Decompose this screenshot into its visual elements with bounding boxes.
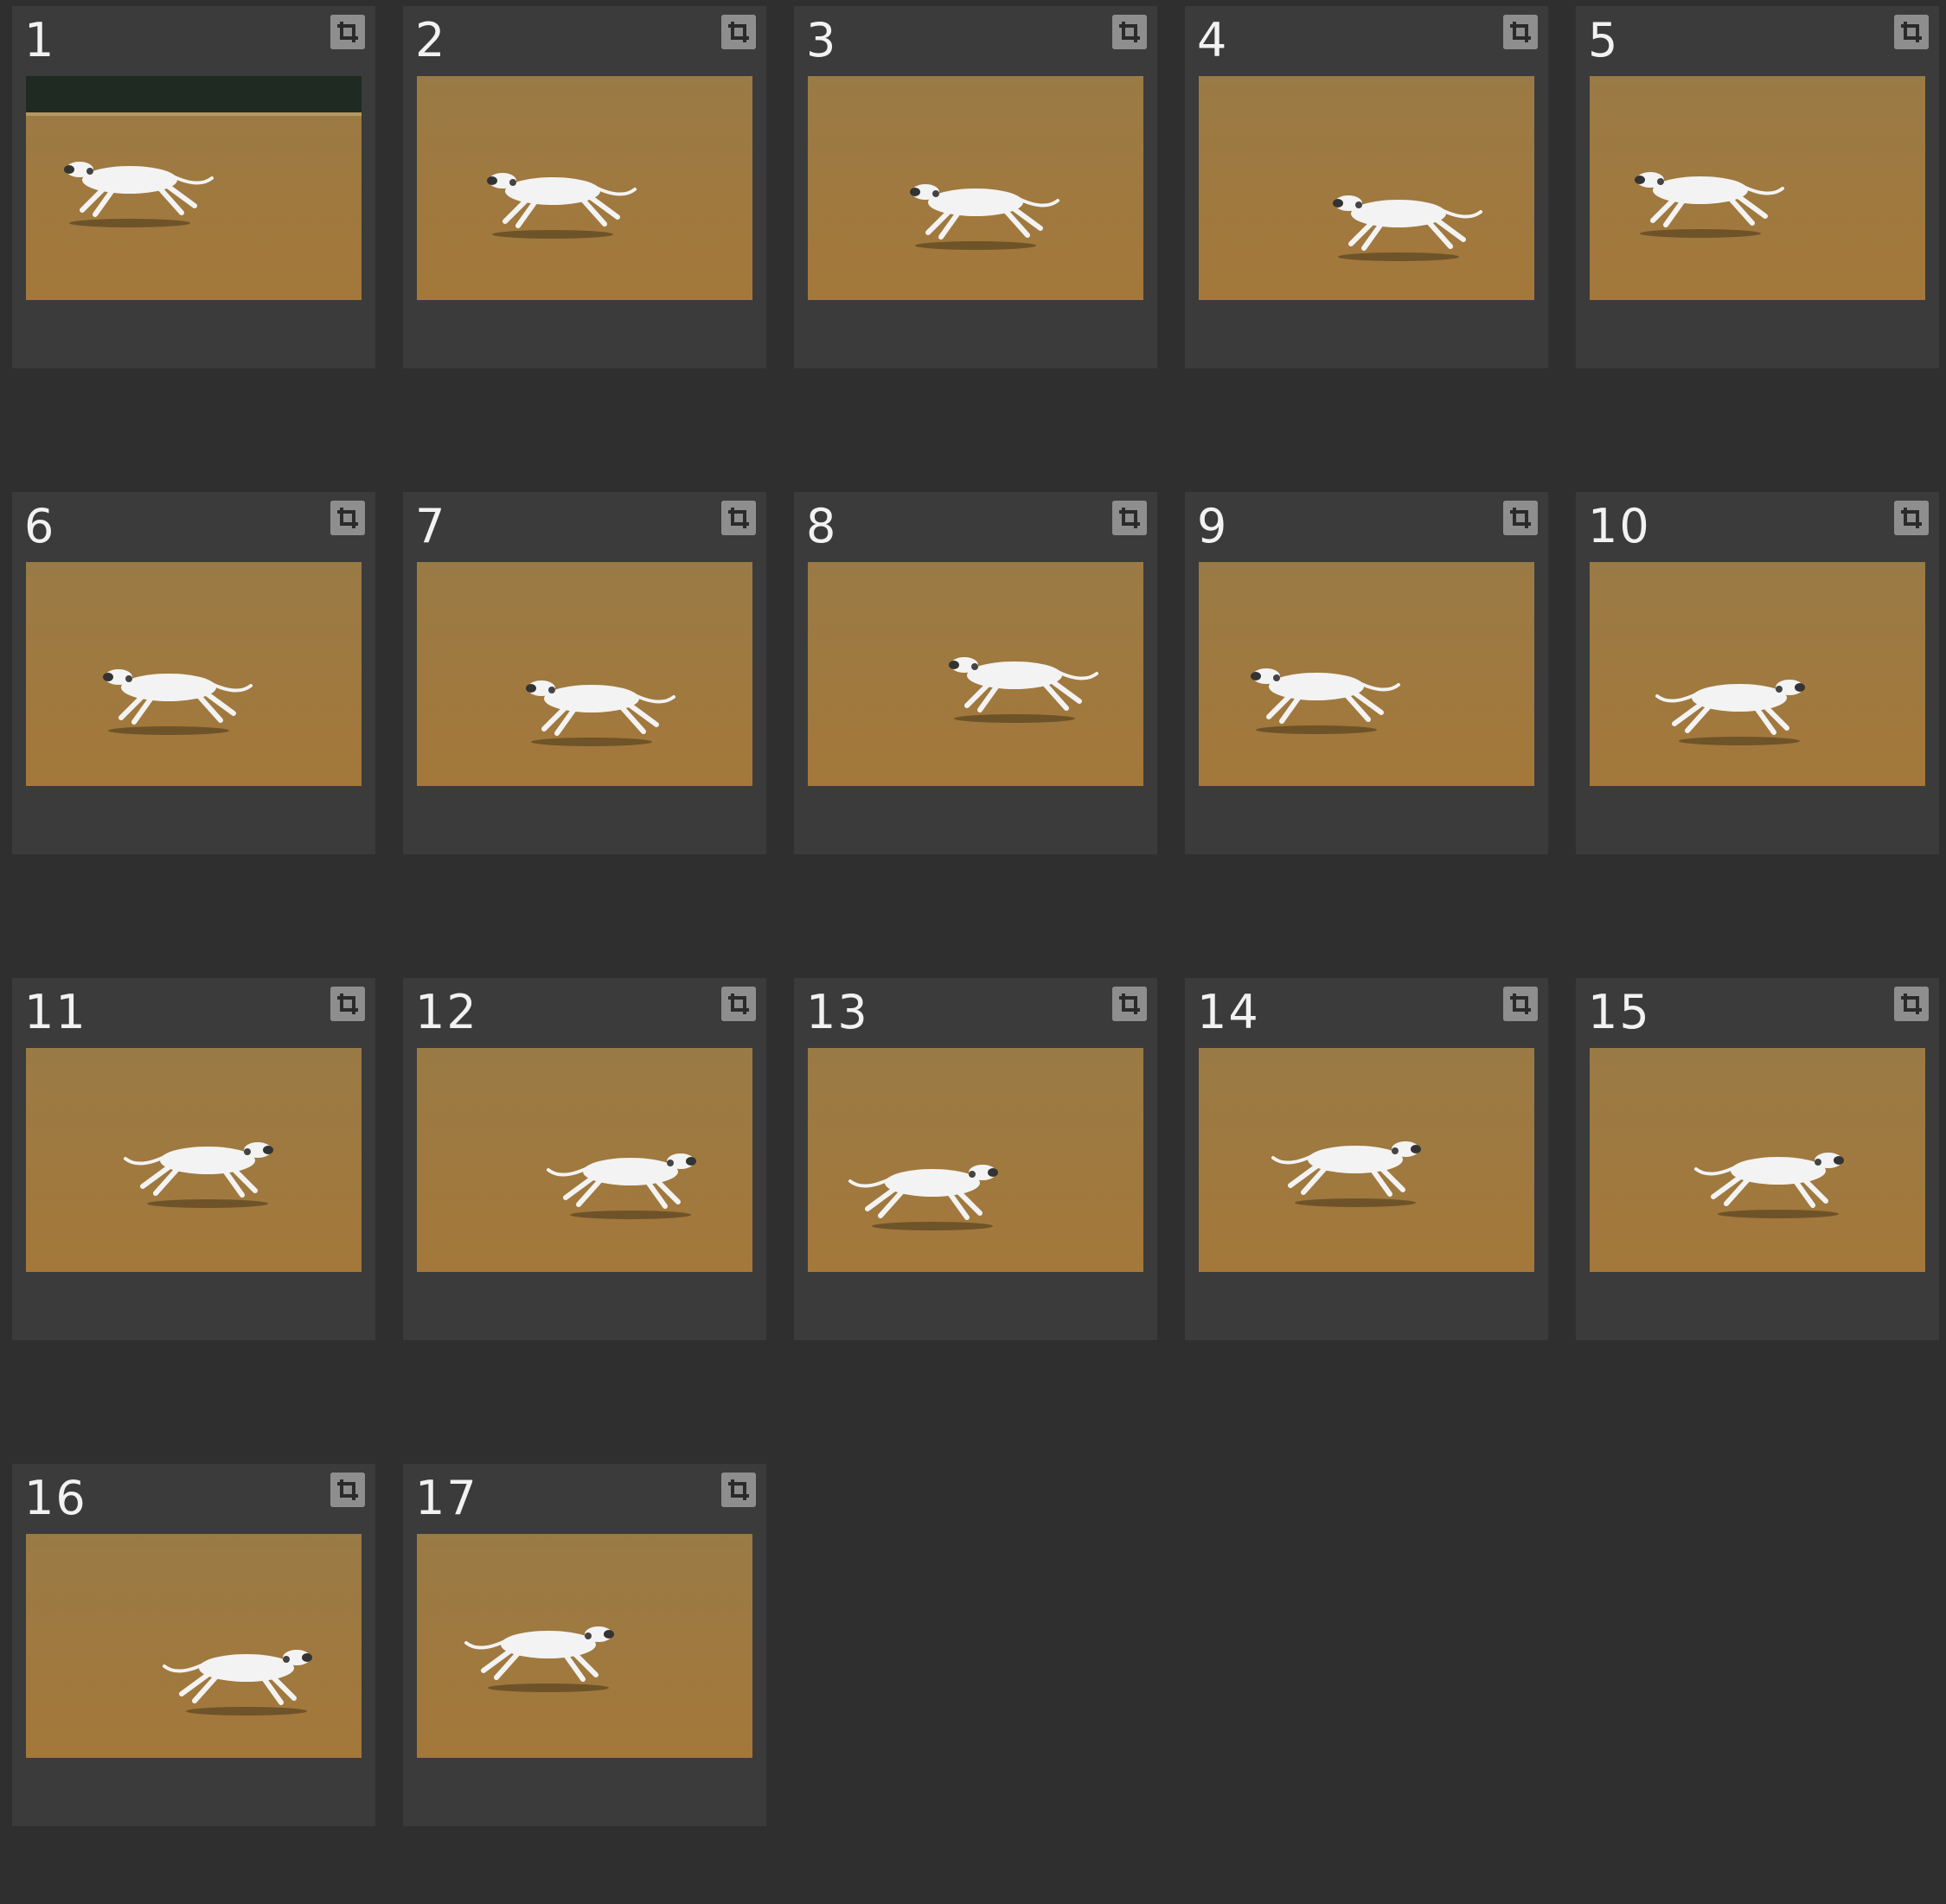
frame-number: 17 [415, 1471, 478, 1525]
thumbnail-cell[interactable]: 12 [403, 978, 766, 1340]
thumbnail-cell[interactable]: 10 [1576, 492, 1939, 854]
thumbnail-cell[interactable]: 9 [1185, 492, 1548, 854]
thumbnail-cell[interactable]: 16 [12, 1464, 375, 1826]
thumbnail-cell[interactable]: 5 [1576, 6, 1939, 368]
thumbnail-cell[interactable]: 8 [794, 492, 1157, 854]
thumbnail-photo[interactable] [808, 76, 1143, 300]
thumbnail-cell[interactable]: 13 [794, 978, 1157, 1340]
crop-icon[interactable] [330, 987, 365, 1021]
thumbnail-cell[interactable]: 3 [794, 6, 1157, 368]
thumbnail-photo[interactable] [1199, 76, 1534, 300]
frame-number: 1 [24, 13, 56, 67]
thumbnail-photo[interactable] [808, 1048, 1143, 1272]
frame-number: 6 [24, 499, 56, 553]
crop-icon[interactable] [1503, 501, 1538, 535]
frame-number: 12 [415, 985, 478, 1039]
frame-number: 10 [1588, 499, 1651, 553]
crop-icon[interactable] [1112, 15, 1147, 49]
thumbnail-photo[interactable] [808, 562, 1143, 786]
crop-icon[interactable] [1112, 987, 1147, 1021]
frame-number: 14 [1197, 985, 1260, 1039]
frame-number: 13 [806, 985, 869, 1039]
frame-number: 8 [806, 499, 838, 553]
thumbnail-photo[interactable] [1199, 562, 1534, 786]
frame-number: 9 [1197, 499, 1229, 553]
crop-icon[interactable] [721, 987, 756, 1021]
crop-icon[interactable] [1503, 987, 1538, 1021]
crop-icon[interactable] [330, 1473, 365, 1507]
thumbnail-cell[interactable]: 1 [12, 6, 375, 368]
thumbnail-cell[interactable]: 17 [403, 1464, 766, 1826]
thumbnail-photo[interactable] [26, 1048, 362, 1272]
thumbnail-photo[interactable] [1590, 76, 1925, 300]
frame-number: 7 [415, 499, 447, 553]
crop-icon[interactable] [1894, 987, 1929, 1021]
crop-icon[interactable] [721, 1473, 756, 1507]
contact-sheet-grid: 1 2 3 4 5 6 7 8 9 10 11 12 13 14 15 16 17 [0, 0, 1946, 1904]
crop-icon[interactable] [1894, 15, 1929, 49]
frame-number: 2 [415, 13, 447, 67]
crop-icon[interactable] [721, 501, 756, 535]
thumbnail-photo[interactable] [417, 1048, 752, 1272]
frame-number: 11 [24, 985, 87, 1039]
thumbnail-photo[interactable] [26, 562, 362, 786]
thumbnail-cell[interactable]: 14 [1185, 978, 1548, 1340]
thumbnail-photo[interactable] [1590, 1048, 1925, 1272]
thumbnail-cell[interactable]: 2 [403, 6, 766, 368]
frame-number: 5 [1588, 13, 1620, 67]
thumbnail-photo[interactable] [417, 562, 752, 786]
thumbnail-photo[interactable] [1199, 1048, 1534, 1272]
thumbnail-photo[interactable] [26, 1534, 362, 1758]
crop-icon[interactable] [1112, 501, 1147, 535]
frame-number: 15 [1588, 985, 1651, 1039]
thumbnail-cell[interactable]: 15 [1576, 978, 1939, 1340]
crop-icon[interactable] [330, 15, 365, 49]
thumbnail-photo[interactable] [417, 1534, 752, 1758]
thumbnail-photo[interactable] [417, 76, 752, 300]
thumbnail-cell[interactable]: 7 [403, 492, 766, 854]
thumbnail-cell[interactable]: 6 [12, 492, 375, 854]
frame-number: 4 [1197, 13, 1229, 67]
thumbnail-photo[interactable] [26, 76, 362, 300]
thumbnail-photo[interactable] [1590, 562, 1925, 786]
thumbnail-cell[interactable]: 11 [12, 978, 375, 1340]
crop-icon[interactable] [1894, 501, 1929, 535]
thumbnail-cell[interactable]: 4 [1185, 6, 1548, 368]
frame-number: 3 [806, 13, 838, 67]
frame-number: 16 [24, 1471, 87, 1525]
crop-icon[interactable] [721, 15, 756, 49]
crop-icon[interactable] [330, 501, 365, 535]
crop-icon[interactable] [1503, 15, 1538, 49]
